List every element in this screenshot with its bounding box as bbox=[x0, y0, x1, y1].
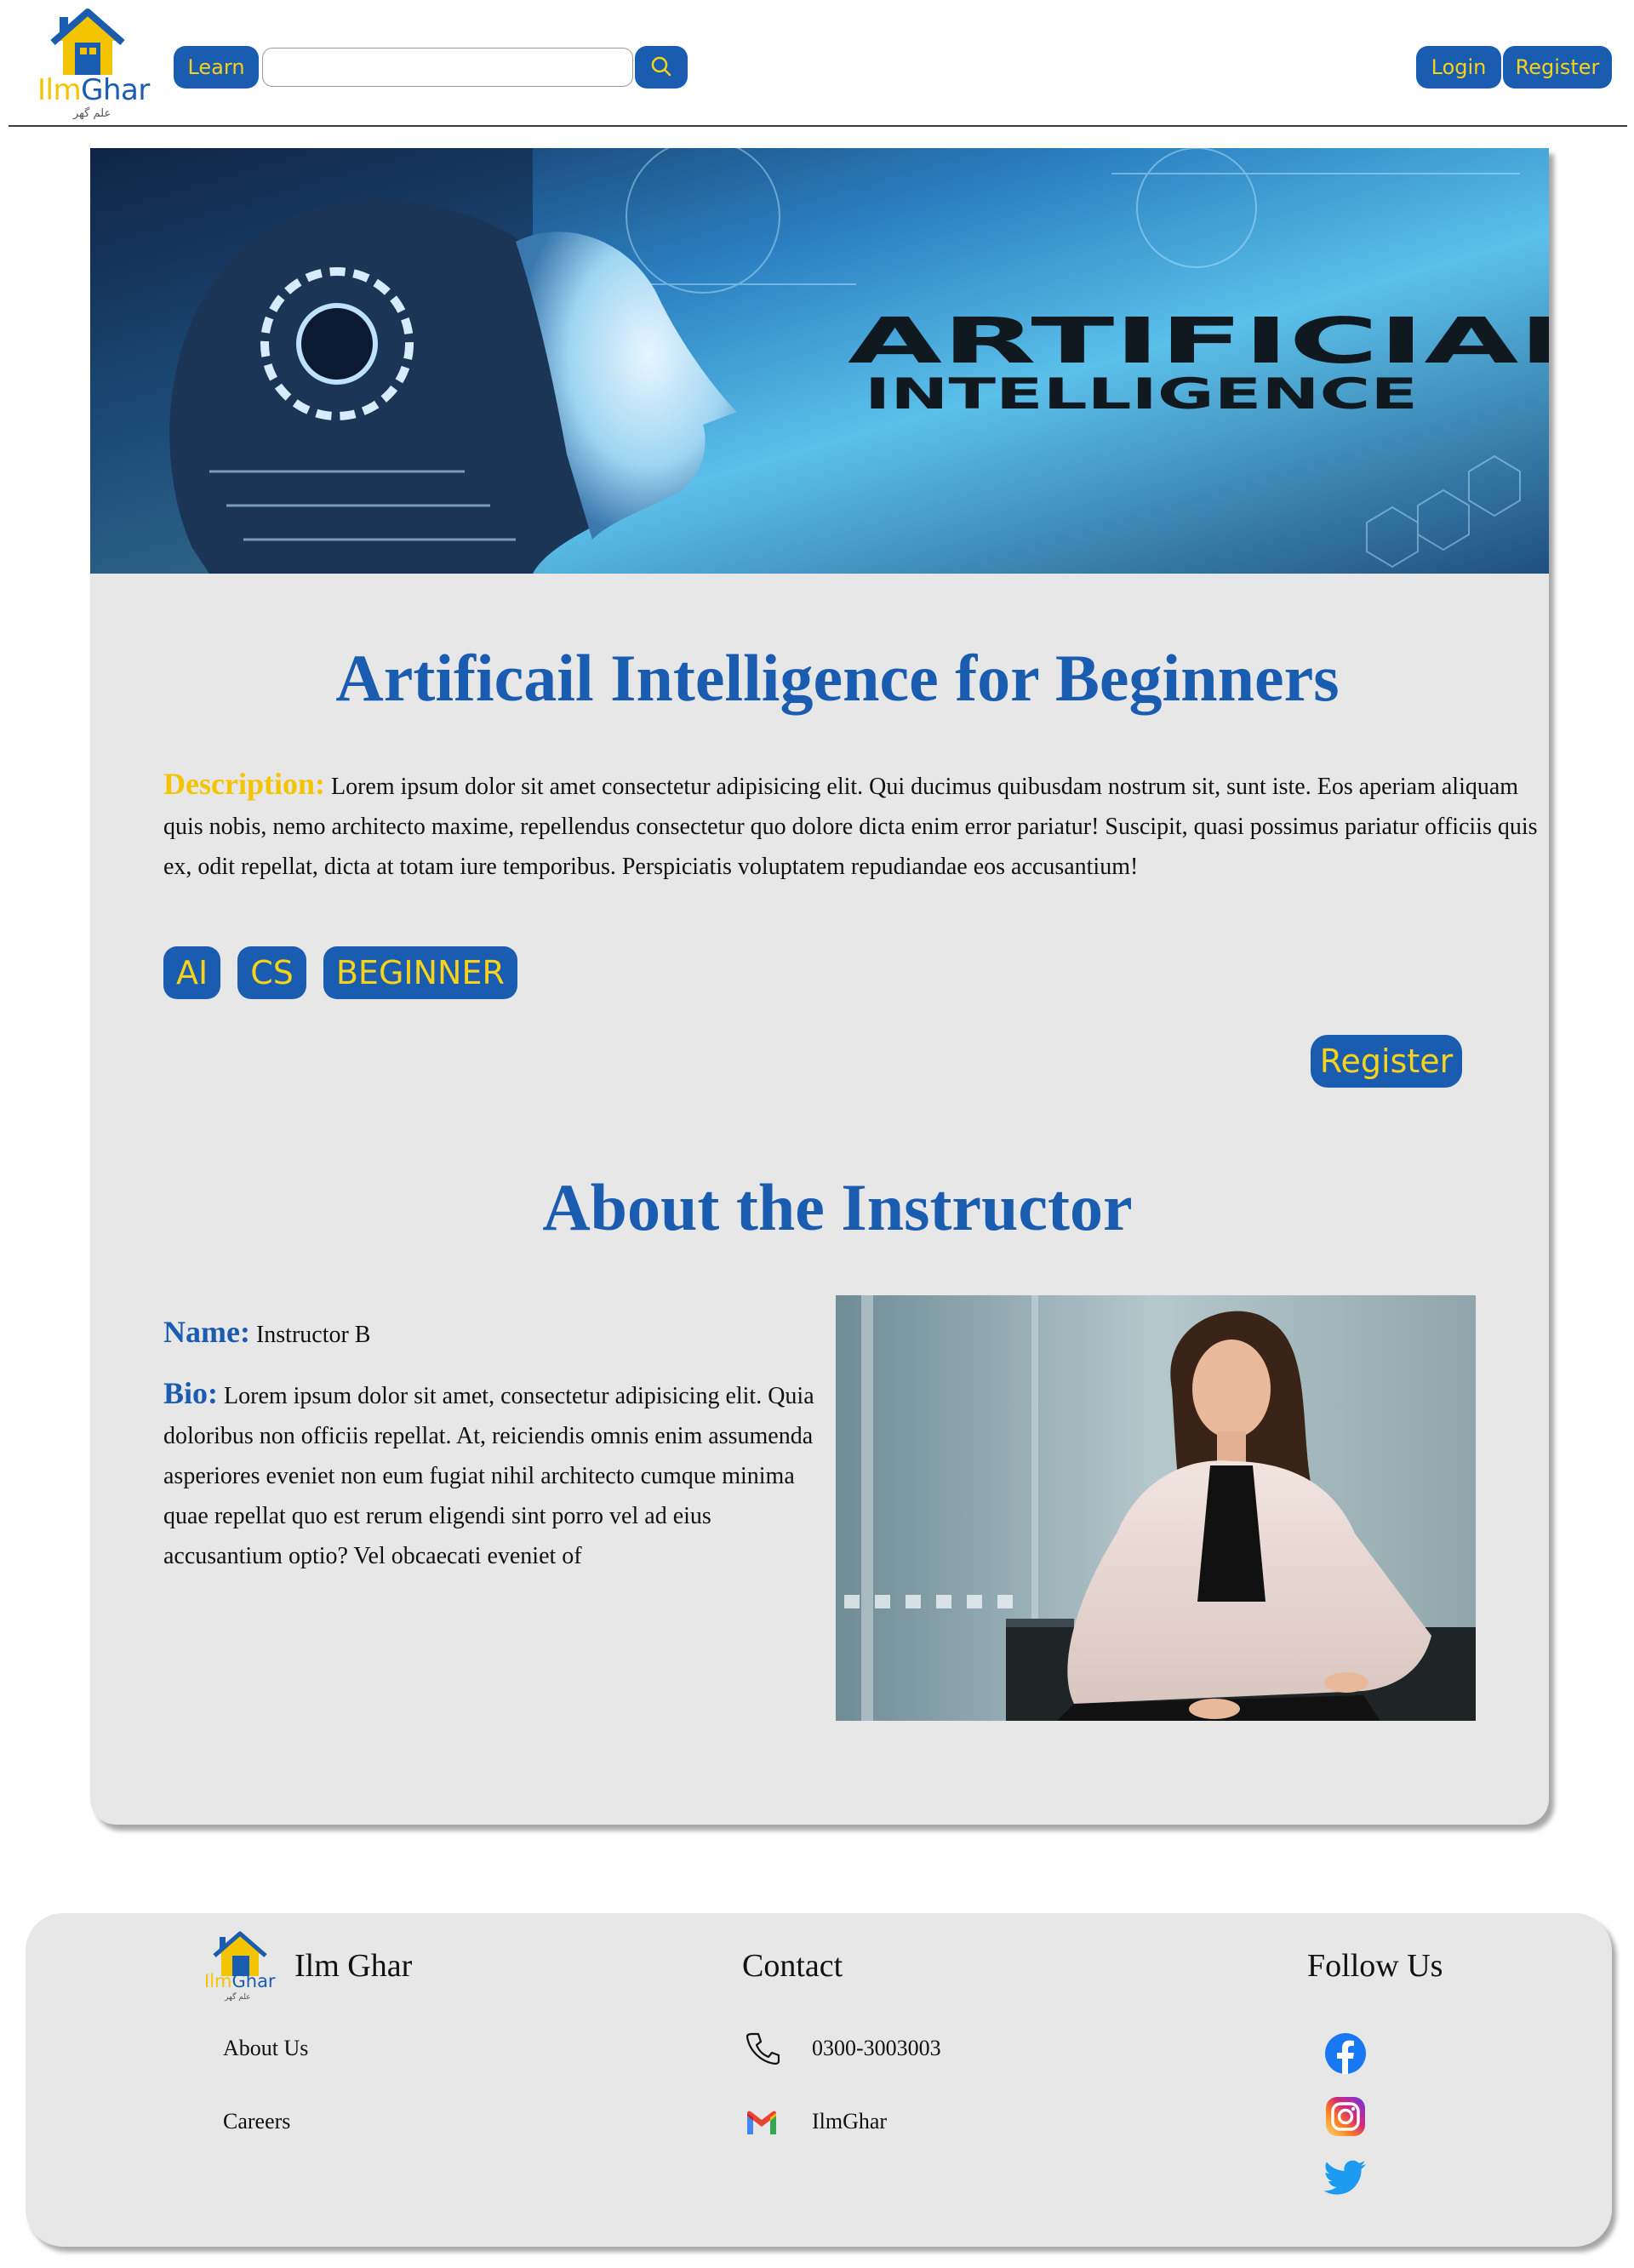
logo-urdu-text: علم گھر bbox=[73, 107, 111, 120]
footer-logo[interactable]: IlmGhar علم گھر bbox=[204, 1928, 283, 2005]
search-button[interactable] bbox=[635, 46, 688, 89]
house-icon bbox=[50, 9, 125, 75]
logo-word-ilm: Ilm bbox=[37, 73, 82, 107]
footer-logo-wordmark: IlmGhar bbox=[204, 1971, 276, 1991]
search-input[interactable] bbox=[262, 48, 633, 87]
bio-label: Bio: bbox=[163, 1376, 219, 1410]
logo-word-ghar: Ghar bbox=[81, 73, 150, 107]
banner-heading: ARTIFICIAL bbox=[848, 305, 1549, 378]
instructor-bio: Bio: Lorem ipsum dolor sit amet, consect… bbox=[163, 1374, 829, 1576]
gmail-icon bbox=[747, 2111, 776, 2134]
instructor-photo bbox=[836, 1295, 1476, 1721]
footer-brand: Ilm Ghar bbox=[294, 1948, 413, 1984]
footer-logo-urdu: علم گھر bbox=[225, 1993, 251, 2002]
phone-icon bbox=[746, 2032, 780, 2065]
learn-button[interactable]: Learn bbox=[174, 46, 259, 89]
tag-ai[interactable]: AI bbox=[163, 946, 221, 999]
logo-wordmark: IlmGhar bbox=[37, 73, 150, 107]
instructor-name-value: Instructor B bbox=[255, 1322, 371, 1348]
site-footer: IlmGhar علم گھر Ilm Ghar About Us Career… bbox=[26, 1913, 1612, 2247]
search-icon bbox=[651, 56, 671, 77]
instructor-bio-text: Lorem ipsum dolor sit amet, consectetur … bbox=[163, 1383, 814, 1569]
instagram-icon[interactable] bbox=[1324, 2095, 1367, 2138]
register-button[interactable]: Register bbox=[1503, 46, 1612, 89]
course-banner-image: ARTIFICIAL INTELLIGENCE bbox=[90, 148, 1549, 574]
banner-subheading: INTELLIGENCE bbox=[865, 369, 1418, 419]
contact-email[interactable]: IlmGhar bbox=[812, 2109, 887, 2134]
login-button[interactable]: Login bbox=[1416, 46, 1501, 89]
course-title: Artificail Intelligence for Beginners bbox=[335, 641, 1340, 715]
footer-link-about-us[interactable]: About Us bbox=[223, 2036, 308, 2061]
description-text: Lorem ipsum dolor sit amet consectetur a… bbox=[163, 774, 1538, 880]
follow-us-heading: Follow Us bbox=[1307, 1948, 1443, 1984]
site-header: IlmGhar علم گھر Learn Login Register bbox=[0, 0, 1634, 128]
footer-logo-word-ghar: Ghar bbox=[231, 1971, 276, 1991]
course-card: ARTIFICIAL INTELLIGENCE Artificail Intel… bbox=[90, 148, 1549, 1825]
facebook-icon[interactable] bbox=[1324, 2032, 1367, 2075]
instructor-name: Name: Instructor B bbox=[163, 1314, 370, 1350]
twitter-icon[interactable] bbox=[1323, 2160, 1367, 2197]
header-divider bbox=[9, 125, 1627, 127]
course-tags: AI CS BEGINNER bbox=[163, 946, 517, 999]
name-label: Name: bbox=[163, 1315, 250, 1349]
about-instructor-title: About the Instructor bbox=[542, 1170, 1133, 1244]
contact-phone[interactable]: 0300-3003003 bbox=[812, 2036, 941, 2061]
course-description: Description: Lorem ipsum dolor sit amet … bbox=[163, 764, 1551, 887]
contact-heading: Contact bbox=[742, 1948, 843, 1984]
footer-link-careers[interactable]: Careers bbox=[223, 2109, 290, 2134]
ilmghar-logo[interactable]: IlmGhar علم گھر bbox=[34, 9, 162, 123]
course-register-button[interactable]: Register bbox=[1311, 1035, 1462, 1088]
description-label: Description: bbox=[163, 767, 325, 801]
tag-cs[interactable]: CS bbox=[237, 946, 306, 999]
footer-logo-word-ilm: Ilm bbox=[204, 1971, 232, 1991]
tag-beginner[interactable]: BEGINNER bbox=[323, 946, 517, 999]
